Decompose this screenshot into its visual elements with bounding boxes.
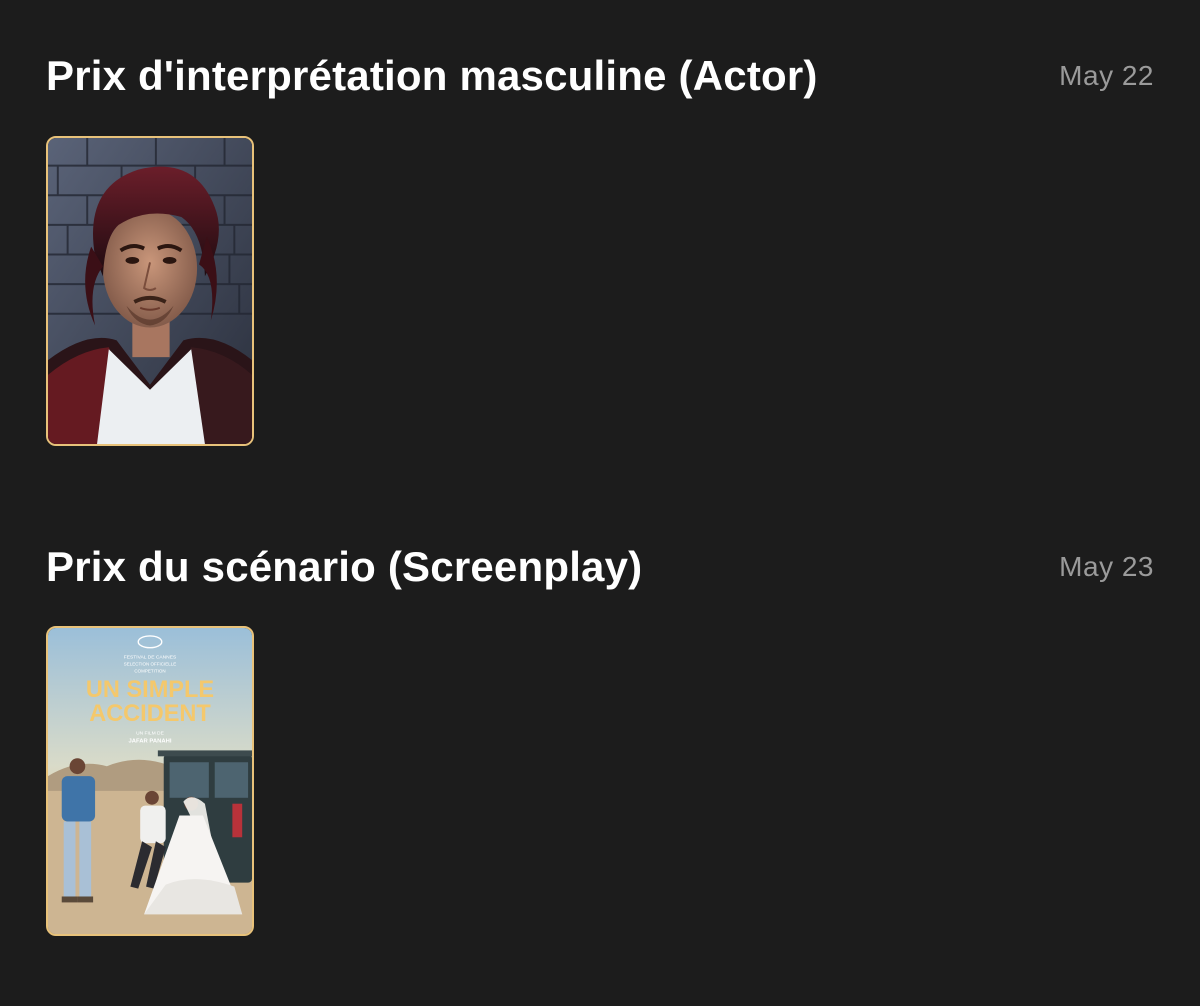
festival-line-2: SELECTION OFFICIELLE bbox=[124, 661, 177, 666]
festival-line-1: FESTIVAL DE CANNES bbox=[124, 655, 177, 661]
section-date: May 22 bbox=[1059, 60, 1154, 91]
film-poster-image: FESTIVAL DE CANNES SELECTION OFFICIELLE … bbox=[48, 628, 252, 934]
actor-poster-card[interactable] bbox=[46, 136, 254, 446]
poster-title-line-1: UN SIMPLE bbox=[86, 677, 214, 703]
film-poster-card[interactable]: FESTIVAL DE CANNES SELECTION OFFICIELLE … bbox=[46, 626, 254, 936]
section-header: Prix du scénario (Screenplay) May 23 bbox=[46, 537, 1154, 597]
poster-title-line-2: ACCIDENT bbox=[89, 701, 211, 727]
section-title: Prix du scénario (Screenplay) bbox=[46, 543, 643, 590]
poster-byline-2: JAFAR PANAHI bbox=[129, 738, 172, 744]
section-date: May 23 bbox=[1059, 551, 1154, 582]
actor-portrait-image bbox=[48, 138, 252, 444]
section-title: Prix d'interprétation masculine (Actor) bbox=[46, 52, 818, 99]
section-header: Prix d'interprétation masculine (Actor) … bbox=[46, 46, 1154, 106]
poster-byline-1: UN FILM DE bbox=[136, 731, 164, 737]
festival-line-3: COMPETITION bbox=[134, 668, 165, 673]
